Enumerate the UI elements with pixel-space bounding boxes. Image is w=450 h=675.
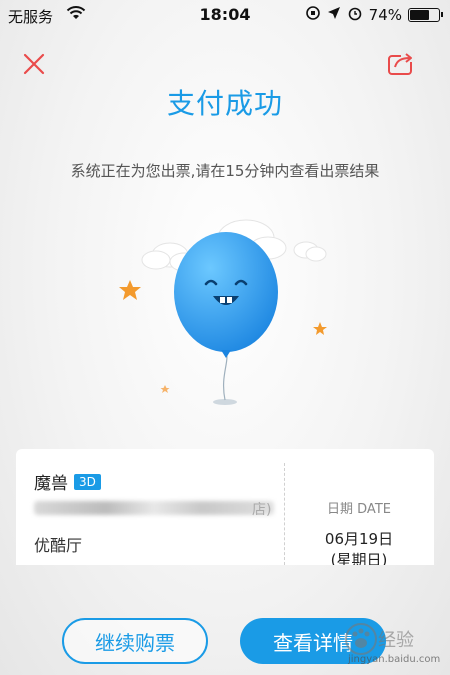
- continue-purchase-label: 继续购票: [95, 630, 175, 655]
- star-icon: [119, 280, 141, 300]
- ticket-card[interactable]: 魔兽 3D 店) 优酷厅 日期 DATE 06月19日 (星期日): [16, 449, 434, 565]
- alarm-icon: [347, 5, 363, 25]
- format-badge: 3D: [74, 473, 101, 490]
- status-right: 74%: [305, 5, 443, 25]
- continue-purchase-button[interactable]: 继续购票: [62, 618, 208, 664]
- hall-name: 优酷厅: [34, 536, 83, 555]
- star-icon: [313, 322, 327, 335]
- movie-info: 魔兽 3D: [34, 469, 101, 494]
- balloon-illustration: [110, 210, 340, 420]
- rotation-lock-icon: [305, 5, 321, 25]
- balloon-icon: [174, 232, 278, 352]
- watermark-name: 经验: [378, 630, 414, 651]
- share-icon: [388, 50, 415, 75]
- battery-percent: 74%: [368, 6, 402, 24]
- date-label: 日期 DATE: [327, 502, 391, 517]
- baidu-jingyan-watermark: 经验 jingyan.baidu.com: [344, 620, 440, 670]
- status-bar: 无服务 18:04 74%: [0, 0, 450, 30]
- view-details-label: 查看详情: [273, 630, 353, 655]
- close-button[interactable]: [20, 50, 48, 78]
- page-title: 支付成功: [166, 87, 283, 120]
- movie-title: 魔兽: [34, 474, 68, 494]
- watermark-url: jingyan.baidu.com: [348, 654, 441, 665]
- location-icon: [327, 6, 341, 24]
- close-icon: [23, 53, 45, 75]
- cinema-name-blurred: [34, 501, 274, 515]
- battery-icon: [408, 8, 443, 22]
- star-icon: [160, 385, 170, 393]
- paw-logo-icon: [345, 623, 377, 655]
- weekday-value: (星期日): [330, 551, 388, 565]
- share-button[interactable]: [386, 48, 416, 78]
- date-value: 06月19日: [324, 530, 394, 548]
- page-subtitle: 系统正在为您出票,请在15分钟内查看出票结果: [70, 162, 380, 180]
- cinema-name-tail: 店): [252, 502, 272, 518]
